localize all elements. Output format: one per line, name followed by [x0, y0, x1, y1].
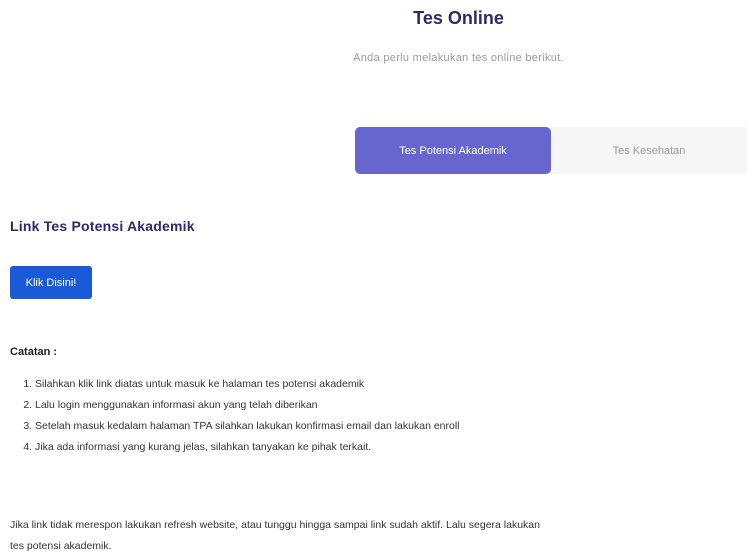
tab-tes-potensi-akademik[interactable]: Tes Potensi Akademik — [355, 127, 551, 174]
list-item: Setelah masuk kedalam halaman TPA silahk… — [35, 416, 565, 437]
list-item: Lalu login menggunakan informasi akun ya… — [35, 395, 565, 416]
klik-disini-button[interactable]: Klik Disini! — [10, 266, 92, 299]
tab-bar: Tes Potensi Akademik Tes Kesehatan — [355, 127, 747, 174]
list-item: Jika ada informasi yang kurang jelas, si… — [35, 437, 565, 458]
notes-heading: Catatan : — [10, 346, 58, 358]
footer-note: Jika link tidak merespon lakukan refresh… — [10, 519, 540, 552]
section-heading: Link Tes Potensi Akademik — [10, 218, 195, 234]
page-subtitle: Anda perlu melakukan tes online berikut. — [353, 52, 564, 64]
list-item: Silahkan klik link diatas untuk masuk ke… — [35, 374, 565, 395]
page-title: Tes Online — [413, 8, 504, 28]
tab-tes-kesehatan[interactable]: Tes Kesehatan — [551, 127, 747, 174]
notes-list: Silahkan klik link diatas untuk masuk ke… — [10, 374, 565, 458]
